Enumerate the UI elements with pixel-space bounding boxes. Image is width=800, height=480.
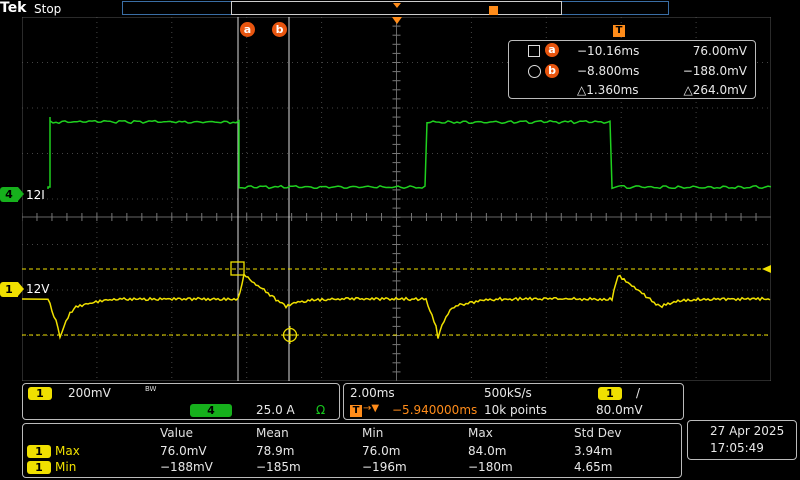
bandwidth-limit-icon: BW xyxy=(145,385,157,393)
square-cursor-icon xyxy=(528,45,540,57)
record-length: 10k points xyxy=(484,403,547,417)
meas-mean: −185m xyxy=(256,460,301,474)
meas-stddev: 3.94m xyxy=(574,444,613,458)
cursor-a-readout-tag: a xyxy=(545,43,559,57)
cursor-a-tag[interactable]: a xyxy=(240,22,255,37)
table-row[interactable]: 1 Max 76.0mV 78.9m 76.0m 84.0m 3.94m xyxy=(23,443,683,459)
meas-header-min: Min xyxy=(362,426,384,440)
trigger-slope-icon: / xyxy=(636,386,641,400)
ch4-scale: 25.0 A xyxy=(256,403,295,417)
cursor-b-value: −188.0mV xyxy=(682,64,747,78)
meas-header-stddev: Std Dev xyxy=(574,426,622,440)
time-scale: 2.00ms xyxy=(350,386,395,400)
ch1-label: 12V xyxy=(26,282,50,296)
meas-min: 76.0m xyxy=(362,444,401,458)
meas-row-badge: 1 xyxy=(27,445,51,458)
cursor-delta-value: △264.0mV xyxy=(683,83,747,97)
cursor-a-value: 76.00mV xyxy=(692,44,747,58)
ch1-marker-arrow xyxy=(18,282,24,296)
meas-header-max: Max xyxy=(468,426,493,440)
cursor-a-time: −10.16ms xyxy=(577,44,640,58)
ch1-scale: 200mV xyxy=(68,386,111,400)
datetime-panel[interactable]: 27 Apr 2025 17:05:49 xyxy=(687,420,797,460)
meas-row-name: Max xyxy=(55,444,80,458)
cursor-readout-panel[interactable]: a −10.16ms 76.00mV b −8.800ms −188.0mV △… xyxy=(508,40,756,99)
sample-rate: 500kS/s xyxy=(484,386,532,400)
trigger-marker-overview-icon xyxy=(489,6,498,15)
measurement-table[interactable]: Value Mean Min Max Std Dev 1 Max 76.0mV … xyxy=(22,423,682,478)
meas-mean: 78.9m xyxy=(256,444,295,458)
trigger-source-badge: 1 xyxy=(598,387,622,400)
meas-value: −188mV xyxy=(160,460,213,474)
trigger-t-icon: T xyxy=(613,25,625,37)
ch4-marker-arrow xyxy=(18,187,24,201)
meas-row-badge: 1 xyxy=(27,461,51,474)
meas-header-mean: Mean xyxy=(256,426,289,440)
ch1-ground-marker[interactable]: 1 xyxy=(0,282,18,297)
time-display: 17:05:49 xyxy=(710,441,764,455)
trigger-delay: −5.940000ms xyxy=(392,403,478,417)
cursor-b-readout-tag: b xyxy=(545,64,559,78)
date-display: 27 Apr 2025 xyxy=(710,424,785,438)
meas-stddev: 4.65m xyxy=(574,460,613,474)
ch4-label: 12I xyxy=(26,188,45,202)
trigger-position-icon xyxy=(392,17,402,24)
meas-min: −196m xyxy=(362,460,407,474)
cursor-b-time: −8.800ms xyxy=(577,64,640,78)
ch4-scale-badge: 4 xyxy=(190,404,232,417)
trigger-delay-arrow-icon: →▼ xyxy=(363,403,380,414)
ch4-ground-marker[interactable]: 4 xyxy=(0,187,18,202)
trigger-delay-icon: T xyxy=(350,405,362,417)
meas-max: −180m xyxy=(468,460,513,474)
horizontal-settings-panel[interactable]: 2.00ms 500kS/s 1 / T →▼ −5.940000ms 10k … xyxy=(343,383,684,420)
meas-row-name: Min xyxy=(55,460,77,474)
ch1-scale-badge: 1 xyxy=(28,387,52,400)
trigger-level: 80.0mV xyxy=(596,403,643,417)
circle-cursor-icon xyxy=(528,65,541,78)
cursor-delta-time: △1.360ms xyxy=(577,83,639,97)
meas-value: 76.0mV xyxy=(160,444,207,458)
table-row[interactable]: 1 Min −188mV −185m −196m −180m 4.65m xyxy=(23,459,683,475)
cursor-b-tag[interactable]: b xyxy=(272,22,287,37)
vertical-settings-panel[interactable]: 1 200mV BW 4 25.0 A Ω xyxy=(22,383,340,420)
termination-icon: Ω xyxy=(316,403,326,417)
meas-header-value: Value xyxy=(160,426,193,440)
trigger-level-icon xyxy=(762,265,771,273)
trigger-position-overview-icon xyxy=(393,3,401,8)
meas-max: 84.0m xyxy=(468,444,507,458)
